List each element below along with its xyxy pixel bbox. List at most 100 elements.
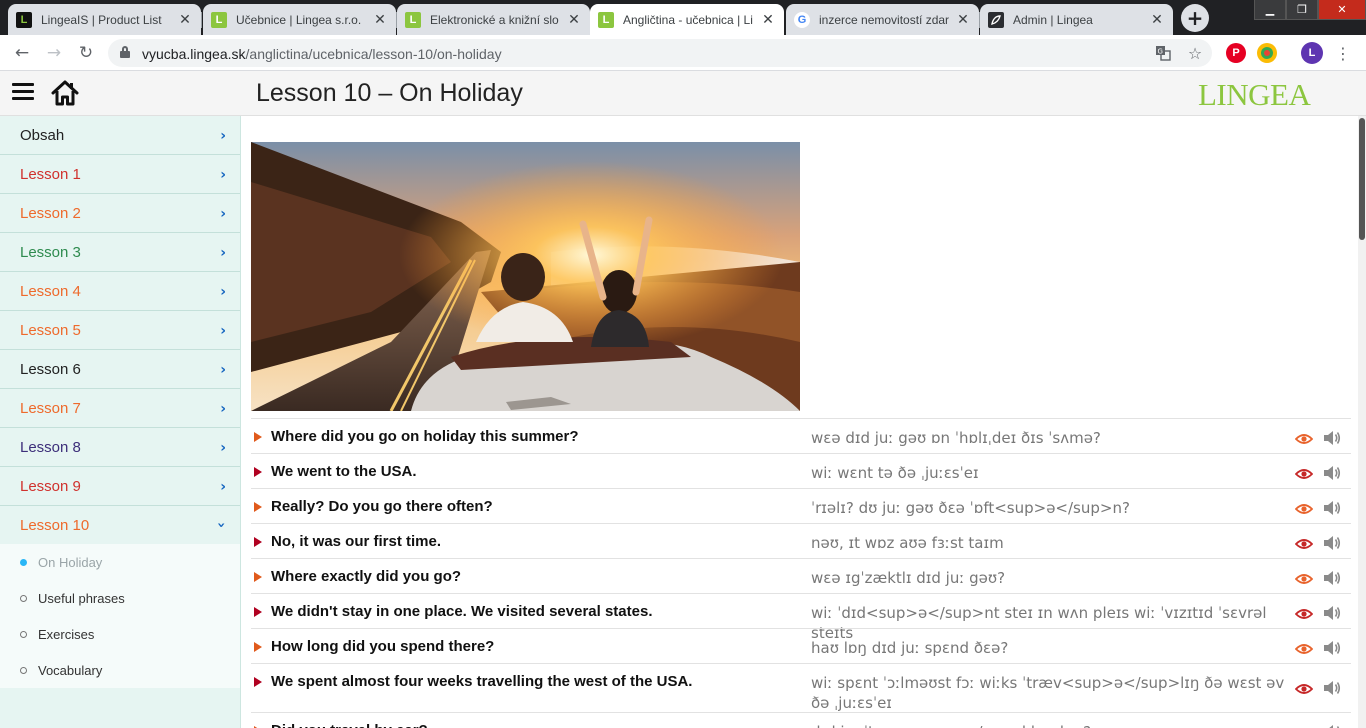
sidebar-item-lesson-9[interactable]: Lesson 9 › bbox=[0, 467, 240, 506]
sidebar-item-label: Lesson 7 bbox=[20, 399, 81, 417]
phrase-english: Really? Do you go there often? bbox=[271, 498, 493, 515]
menu-kebab-icon[interactable]: ⋮ bbox=[1334, 44, 1352, 63]
browser-tab[interactable]: L Učebnice | Lingea s.r.o. ✕ bbox=[203, 4, 396, 35]
speaker-icon[interactable] bbox=[1323, 605, 1341, 621]
speaker-icon[interactable] bbox=[1323, 430, 1341, 446]
phrase-row[interactable]: Really? Do you go there often? ˈrɪəlɪ? dʊ… bbox=[251, 488, 1351, 523]
close-icon[interactable]: ✕ bbox=[566, 12, 582, 28]
phrase-row[interactable]: Where did you go on holiday this summer?… bbox=[251, 418, 1351, 453]
eye-icon[interactable] bbox=[1294, 572, 1314, 584]
subnav-item-label: On Holiday bbox=[38, 554, 103, 570]
sidebar-item-lesson-10[interactable]: Lesson 10 › bbox=[0, 506, 240, 545]
sidebar-item-lesson-5[interactable]: Lesson 5 › bbox=[0, 311, 240, 350]
play-triangle-icon[interactable] bbox=[254, 537, 262, 547]
window-close-icon[interactable]: ✕ bbox=[1318, 0, 1366, 20]
play-triangle-icon[interactable] bbox=[254, 677, 262, 687]
lock-icon[interactable] bbox=[120, 46, 130, 58]
play-triangle-icon[interactable] bbox=[254, 607, 262, 617]
phrase-pronunciation: wɛə dɪd juː gəʊ ɒn ˈhɒlɪˌdeɪ ðɪs ˈsʌmə? bbox=[811, 429, 1101, 447]
eye-icon[interactable] bbox=[1294, 432, 1314, 444]
sidebar-item-lesson-1[interactable]: Lesson 1 › bbox=[0, 155, 240, 194]
close-icon[interactable]: ✕ bbox=[1149, 12, 1165, 28]
play-triangle-icon[interactable] bbox=[254, 467, 262, 477]
eye-icon[interactable] bbox=[1294, 682, 1314, 694]
close-icon[interactable]: ✕ bbox=[955, 12, 971, 28]
sidebar-item-lesson-7[interactable]: Lesson 7 › bbox=[0, 389, 240, 428]
browser-tab[interactable]: G inzerce nemovitostí zdar ✕ bbox=[786, 4, 979, 35]
eye-icon[interactable] bbox=[1294, 537, 1314, 549]
speaker-icon[interactable] bbox=[1323, 724, 1341, 728]
speaker-icon[interactable] bbox=[1323, 640, 1341, 656]
chevron-right-icon: › bbox=[220, 167, 226, 183]
sidebar-item-lesson-6[interactable]: Lesson 6 › bbox=[0, 350, 240, 389]
play-triangle-icon[interactable] bbox=[254, 432, 262, 442]
close-icon[interactable]: ✕ bbox=[760, 12, 776, 28]
subnav-item-exercises[interactable]: Exercises bbox=[0, 616, 240, 652]
play-triangle-icon[interactable] bbox=[254, 572, 262, 582]
svg-text:G: G bbox=[1158, 48, 1163, 56]
hamburger-menu-icon[interactable] bbox=[12, 83, 34, 101]
tab-title: Angličtina - učebnica | Li bbox=[623, 12, 753, 27]
lingea-logo[interactable]: LINGEA bbox=[1198, 77, 1311, 113]
extension-icon[interactable] bbox=[1257, 43, 1277, 63]
play-triangle-icon[interactable] bbox=[254, 642, 262, 652]
scrollbar-thumb[interactable] bbox=[1359, 118, 1365, 240]
minimize-icon[interactable]: ▁ bbox=[1254, 0, 1286, 20]
url-text[interactable]: vyucba.lingea.sk/anglictina/ucebnica/les… bbox=[142, 46, 502, 62]
sidebar-item-lesson-4[interactable]: Lesson 4 › bbox=[0, 272, 240, 311]
browser-tab[interactable]: L LingeaIS | Product List ✕ bbox=[8, 4, 201, 35]
sidebar-item-lesson-3[interactable]: Lesson 3 › bbox=[0, 233, 240, 272]
phrase-row[interactable]: We spent almost four weeks travelling th… bbox=[251, 663, 1351, 712]
sidebar-item-lesson-8[interactable]: Lesson 8 › bbox=[0, 428, 240, 467]
browser-tab-active[interactable]: L Angličtina - učebnica | Li ✕ bbox=[590, 4, 784, 35]
phrase-row[interactable]: No, it was our first time. nəʊ, ɪt wɒz aʊ… bbox=[251, 523, 1351, 558]
browser-tab[interactable]: L Elektronické a knižní slo ✕ bbox=[397, 4, 590, 35]
subnav-item-label: Useful phrases bbox=[38, 590, 125, 606]
address-bar[interactable]: vyucba.lingea.sk/anglictina/ucebnica/les… bbox=[108, 39, 1212, 67]
speaker-icon[interactable] bbox=[1323, 680, 1341, 696]
home-icon[interactable] bbox=[51, 80, 79, 106]
speaker-icon[interactable] bbox=[1323, 500, 1341, 516]
restore-icon[interactable]: ❐ bbox=[1286, 0, 1318, 20]
speaker-icon[interactable] bbox=[1323, 535, 1341, 551]
forward-arrow-icon[interactable]: → bbox=[42, 41, 66, 65]
close-icon[interactable]: ✕ bbox=[372, 12, 388, 28]
chevron-right-icon: › bbox=[220, 284, 226, 300]
eye-icon[interactable] bbox=[1294, 642, 1314, 654]
eye-icon[interactable] bbox=[1294, 607, 1314, 619]
page-scrollbar[interactable] bbox=[1358, 116, 1366, 728]
lingea-favicon-icon: L bbox=[598, 11, 614, 28]
bookmark-star-icon[interactable]: ☆ bbox=[1186, 44, 1204, 63]
browser-tab[interactable]: Admin | Lingea ✕ bbox=[980, 4, 1173, 35]
admin-logo-icon bbox=[988, 11, 1004, 28]
sidebar-item-label: Lesson 8 bbox=[20, 438, 81, 456]
speaker-icon[interactable] bbox=[1323, 465, 1341, 481]
chevron-right-icon: › bbox=[220, 401, 226, 417]
eye-icon[interactable] bbox=[1294, 467, 1314, 479]
phrase-row[interactable]: Did you travel by car? dɪd juː ˈtræv<sup>… bbox=[251, 712, 1351, 728]
sidebar-item-label: Lesson 2 bbox=[20, 204, 81, 222]
chevron-down-icon: › bbox=[213, 522, 230, 528]
phrase-row[interactable]: We went to the USA. wiː wɛnt tə ðə ˌjuːɛs… bbox=[251, 453, 1351, 488]
subnav-item-vocabulary[interactable]: Vocabulary bbox=[0, 652, 240, 688]
phrase-row[interactable]: Where exactly did you go? wɛə ɪgˈzæktlɪ d… bbox=[251, 558, 1351, 593]
translate-icon[interactable]: G bbox=[1154, 44, 1172, 62]
sidebar-item-label: Lesson 4 bbox=[20, 282, 81, 300]
back-arrow-icon[interactable]: ← bbox=[10, 41, 34, 65]
speaker-icon[interactable] bbox=[1323, 570, 1341, 586]
phrase-row[interactable]: We didn't stay in one place. We visited … bbox=[251, 593, 1351, 642]
subnav-item-on-holiday[interactable]: On Holiday bbox=[0, 544, 240, 580]
sidebar-item-lesson-2[interactable]: Lesson 2 › bbox=[0, 194, 240, 233]
sidebar-item-obsah[interactable]: Obsah › bbox=[0, 116, 240, 155]
eye-icon[interactable] bbox=[1294, 502, 1314, 514]
phrase-pronunciation: ˈrɪəlɪ? dʊ juː gəʊ ðɛə ˈɒft<sup>ə</sup>n… bbox=[811, 499, 1130, 517]
profile-avatar[interactable]: L bbox=[1301, 42, 1323, 64]
close-icon[interactable]: ✕ bbox=[177, 12, 193, 28]
pinterest-icon[interactable]: P bbox=[1226, 43, 1246, 63]
phrase-row[interactable]: How long did you spend there? haʊ lɒŋ dɪd… bbox=[251, 628, 1351, 663]
play-triangle-icon[interactable] bbox=[254, 502, 262, 512]
reload-icon[interactable]: ↻ bbox=[74, 41, 98, 65]
tab-title: LingeaIS | Product List bbox=[41, 12, 162, 27]
new-tab-button[interactable]: + bbox=[1181, 4, 1209, 32]
subnav-item-useful-phrases[interactable]: Useful phrases bbox=[0, 580, 240, 616]
